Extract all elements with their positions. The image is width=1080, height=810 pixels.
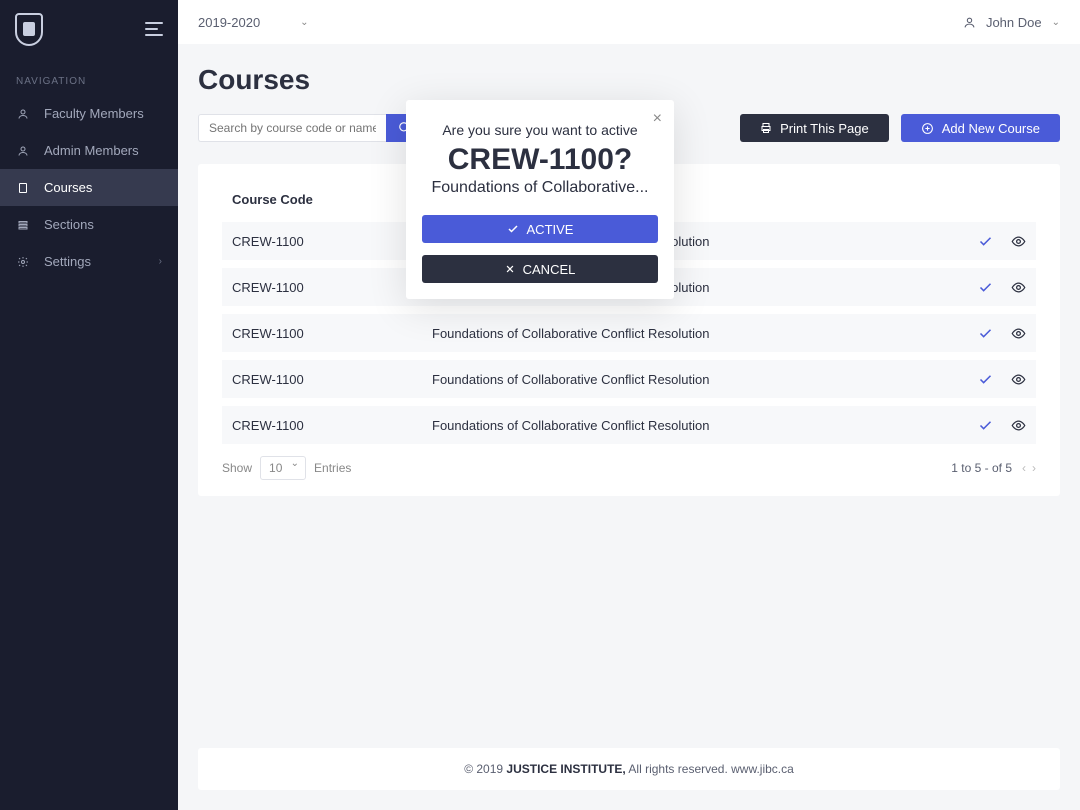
- close-icon[interactable]: ×: [653, 110, 662, 128]
- modal-active-button[interactable]: ACTIVE: [422, 215, 658, 243]
- x-icon: [505, 264, 515, 274]
- modal-line1: Are you sure you want to active: [422, 120, 658, 141]
- modal-active-label: ACTIVE: [527, 222, 574, 237]
- modal-subtitle: Foundations of Collaborative...: [422, 179, 658, 197]
- modal-overlay: × Are you sure you want to active CREW-1…: [0, 0, 1080, 810]
- confirm-modal: × Are you sure you want to active CREW-1…: [406, 100, 674, 299]
- modal-cancel-label: CANCEL: [523, 262, 576, 277]
- check-icon: [507, 223, 519, 235]
- modal-course: CREW-1100?: [422, 143, 658, 177]
- modal-cancel-button[interactable]: CANCEL: [422, 255, 658, 283]
